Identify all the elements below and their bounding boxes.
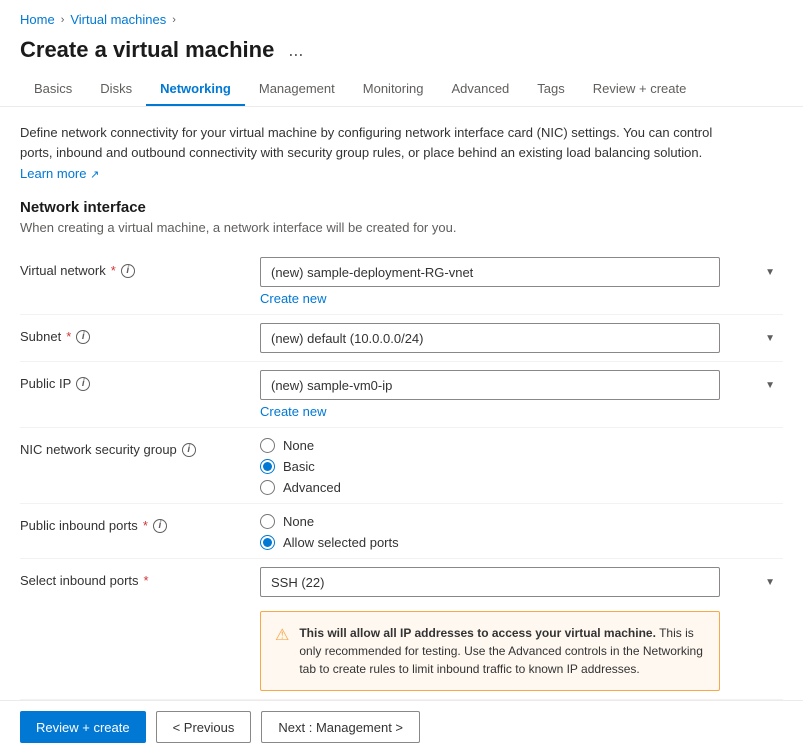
- control-public-ip: (new) sample-vm0-ip ▼ Create new: [260, 370, 783, 419]
- dropdown-public-ip[interactable]: (new) sample-vm0-ip: [260, 370, 720, 400]
- ellipsis-button[interactable]: ...: [282, 38, 309, 63]
- breadcrumb-separator1: ›: [61, 14, 65, 26]
- form-row-subnet: Subnet * i (new) default (10.0.0.0/24) ▼: [20, 315, 783, 362]
- form-row-select-inbound-ports: Select inbound ports * SSH (22) ▼ ⚠ This…: [20, 559, 783, 700]
- info-icon-subnet[interactable]: i: [76, 330, 90, 344]
- bottom-bar: Review + create < Previous Next : Manage…: [0, 700, 803, 753]
- tab-advanced[interactable]: Advanced: [437, 73, 523, 106]
- tab-bar: Basics Disks Networking Management Monit…: [0, 73, 803, 107]
- dropdown-wrap-virtual-network: (new) sample-deployment-RG-vnet ▼: [260, 257, 783, 287]
- external-link-icon: ↗: [90, 169, 99, 181]
- tab-review-create[interactable]: Review + create: [579, 73, 701, 106]
- label-nic-nsg: NIC network security group i: [20, 436, 260, 457]
- dropdown-wrap-subnet: (new) default (10.0.0.0/24) ▼: [260, 323, 783, 353]
- description-text: Define network connectivity for your vir…: [20, 123, 740, 162]
- breadcrumb-home[interactable]: Home: [20, 12, 55, 27]
- section-desc-network-interface: When creating a virtual machine, a netwo…: [20, 220, 783, 235]
- control-subnet: (new) default (10.0.0.0/24) ▼: [260, 323, 783, 353]
- breadcrumb-separator2: ›: [172, 14, 176, 26]
- create-new-public-ip[interactable]: Create new: [260, 404, 783, 419]
- label-subnet: Subnet * i: [20, 323, 260, 344]
- content-area: Define network connectivity for your vir…: [0, 107, 803, 716]
- chevron-down-icon-select-inbound-ports: ▼: [765, 577, 775, 588]
- learn-more-link[interactable]: Learn more ↗: [20, 166, 99, 181]
- radio-ports-allow-selected[interactable]: Allow selected ports: [260, 535, 783, 550]
- warning-text: This will allow all IP addresses to acce…: [299, 624, 705, 678]
- section-title-network-interface: Network interface: [20, 199, 783, 216]
- dropdown-wrap-select-inbound-ports: SSH (22) ▼: [260, 567, 783, 597]
- dropdown-wrap-public-ip: (new) sample-vm0-ip ▼: [260, 370, 783, 400]
- info-icon-public-inbound-ports[interactable]: i: [153, 519, 167, 533]
- radio-group-public-inbound-ports: None Allow selected ports: [260, 512, 783, 550]
- review-create-button[interactable]: Review + create: [20, 711, 146, 743]
- control-nic-nsg: None Basic Advanced: [260, 436, 783, 495]
- info-icon-public-ip[interactable]: i: [76, 377, 90, 391]
- warning-text-bold: This will allow all IP addresses to acce…: [299, 626, 656, 640]
- chevron-down-icon-public-ip: ▼: [765, 380, 775, 391]
- tab-disks[interactable]: Disks: [86, 73, 146, 106]
- description-body: Define network connectivity for your vir…: [20, 125, 712, 160]
- required-star: *: [111, 263, 116, 278]
- breadcrumb-virtual-machines[interactable]: Virtual machines: [70, 12, 166, 27]
- form-row-virtual-network: Virtual network * i (new) sample-deploym…: [20, 249, 783, 315]
- warning-box: ⚠ This will allow all IP addresses to ac…: [260, 611, 720, 691]
- radio-nic-nsg-advanced[interactable]: Advanced: [260, 480, 783, 495]
- dropdown-subnet[interactable]: (new) default (10.0.0.0/24): [260, 323, 720, 353]
- required-star-ports: *: [143, 518, 148, 533]
- tab-networking[interactable]: Networking: [146, 73, 245, 106]
- tab-tags[interactable]: Tags: [523, 73, 578, 106]
- label-virtual-network: Virtual network * i: [20, 257, 260, 278]
- breadcrumb: Home › Virtual machines ›: [0, 0, 803, 33]
- radio-group-nic-nsg: None Basic Advanced: [260, 436, 783, 495]
- control-virtual-network: (new) sample-deployment-RG-vnet ▼ Create…: [260, 257, 783, 306]
- next-button[interactable]: Next : Management >: [261, 711, 420, 743]
- chevron-down-icon-virtual-network: ▼: [765, 267, 775, 278]
- chevron-down-icon-subnet: ▼: [765, 333, 775, 344]
- label-public-inbound-ports: Public inbound ports * i: [20, 512, 260, 533]
- form-row-public-inbound-ports: Public inbound ports * i None Allow sele…: [20, 504, 783, 559]
- tab-management[interactable]: Management: [245, 73, 349, 106]
- tab-monitoring[interactable]: Monitoring: [349, 73, 438, 106]
- previous-button[interactable]: < Previous: [156, 711, 252, 743]
- info-icon-nic-nsg[interactable]: i: [182, 443, 196, 457]
- create-new-virtual-network[interactable]: Create new: [260, 291, 783, 306]
- radio-nic-nsg-none[interactable]: None: [260, 438, 783, 453]
- radio-nic-nsg-basic[interactable]: Basic: [260, 459, 783, 474]
- required-star-subnet: *: [66, 329, 71, 344]
- page-title-row: Create a virtual machine ...: [0, 33, 803, 63]
- required-star-select-ports: *: [144, 573, 149, 588]
- label-select-inbound-ports: Select inbound ports *: [20, 567, 260, 588]
- warning-icon: ⚠: [275, 625, 289, 645]
- radio-ports-none[interactable]: None: [260, 514, 783, 529]
- page-title: Create a virtual machine: [20, 37, 274, 63]
- label-public-ip: Public IP i: [20, 370, 260, 391]
- control-public-inbound-ports: None Allow selected ports: [260, 512, 783, 550]
- dropdown-virtual-network[interactable]: (new) sample-deployment-RG-vnet: [260, 257, 720, 287]
- form-row-nic-nsg: NIC network security group i None Basic …: [20, 428, 783, 504]
- form-row-public-ip: Public IP i (new) sample-vm0-ip ▼ Create…: [20, 362, 783, 428]
- tab-basics[interactable]: Basics: [20, 73, 86, 106]
- control-select-inbound-ports: SSH (22) ▼ ⚠ This will allow all IP addr…: [260, 567, 783, 691]
- info-icon-virtual-network[interactable]: i: [121, 264, 135, 278]
- dropdown-select-inbound-ports[interactable]: SSH (22): [260, 567, 720, 597]
